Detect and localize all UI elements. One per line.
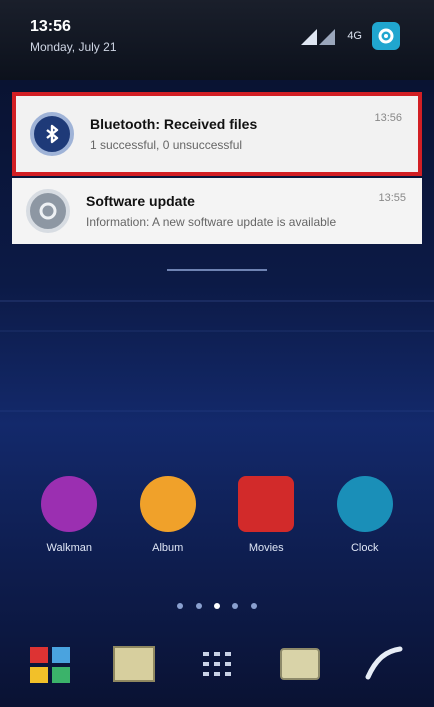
- notification-title: Bluetooth: Received files: [90, 116, 258, 132]
- notification-software-update[interactable]: Software update Information: A new softw…: [12, 178, 422, 244]
- app-label: Clock: [350, 542, 379, 554]
- walkman-icon: [41, 476, 98, 532]
- bluetooth-icon: [30, 112, 74, 156]
- settings-icon[interactable]: [372, 22, 400, 50]
- apps-icon[interactable]: [21, 636, 81, 692]
- page-dot: [177, 603, 184, 609]
- app-album[interactable]: Album: [128, 476, 208, 554]
- page-dot: [195, 603, 202, 609]
- notification-title: Software update: [86, 193, 195, 209]
- app-walkman[interactable]: Walkman: [29, 476, 109, 554]
- status-icons: 4G: [299, 22, 400, 50]
- software-update-icon: [26, 189, 70, 233]
- notification-subtitle: 1 successful, 0 unsuccessful: [90, 138, 243, 152]
- app-clock[interactable]: Clock: [325, 476, 405, 554]
- movies-icon: [238, 476, 295, 532]
- wallpaper-streak: [0, 300, 434, 302]
- app-label: Album: [152, 542, 184, 554]
- wallpaper-streak: [0, 330, 434, 332]
- notification-shade-header: 13:56 Monday, July 21 4G: [0, 0, 434, 80]
- album-icon: [139, 476, 196, 532]
- page-dot: [250, 603, 257, 609]
- shade-handle[interactable]: [0, 262, 434, 272]
- notification-time: 13:55: [378, 192, 406, 204]
- notification-bluetooth-received[interactable]: Bluetooth: Received files 1 successful, …: [12, 92, 422, 176]
- dock: [0, 620, 434, 707]
- date-text: Monday, July 21: [30, 40, 117, 54]
- app-label: Walkman: [46, 542, 92, 554]
- signal-icon: [299, 25, 337, 47]
- page-indicator: [0, 596, 434, 614]
- clock-icon: [336, 476, 393, 532]
- phone-screen: 13:56 Monday, July 21 4G Bluetooth: Rece…: [0, 0, 434, 707]
- network-type: 4G: [347, 30, 362, 42]
- phone-icon[interactable]: [353, 636, 413, 692]
- clock-time: 13:56: [30, 18, 71, 35]
- page-dot: [214, 603, 220, 609]
- notification-time: 13:56: [374, 112, 402, 124]
- messages-icon[interactable]: [270, 636, 330, 692]
- app-movies[interactable]: Movies: [226, 476, 306, 554]
- app-drawer-icon[interactable]: [187, 636, 247, 692]
- app-row: Walkman Album Movies Clock: [0, 476, 434, 554]
- folder-icon[interactable]: [104, 636, 164, 692]
- notification-subtitle: Information: A new software update is av…: [86, 215, 337, 229]
- wallpaper-streak: [0, 410, 434, 412]
- app-label: Movies: [248, 542, 284, 554]
- page-dot: [232, 603, 239, 609]
